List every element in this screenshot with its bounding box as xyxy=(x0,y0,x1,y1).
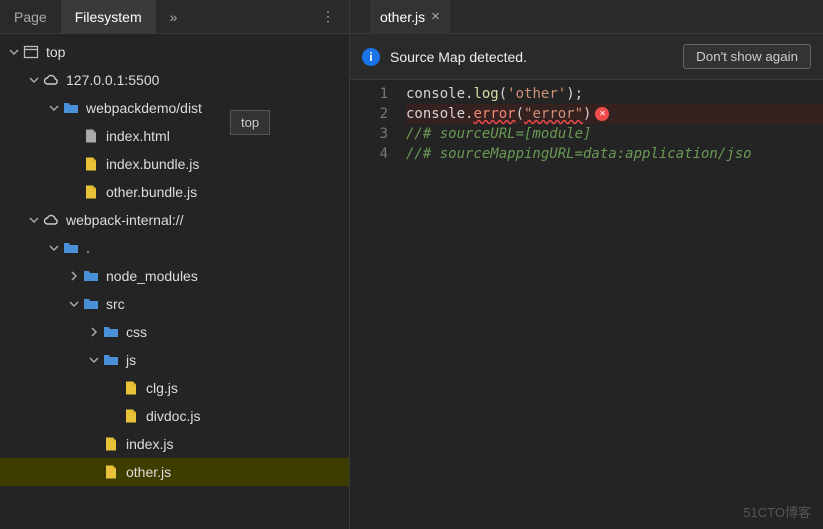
tree-item-indexhtml[interactable]: index.html xyxy=(0,122,349,150)
tree-item-otherbundle[interactable]: other.bundle.js xyxy=(0,178,349,206)
folder-icon xyxy=(82,267,100,285)
tree-item-top[interactable]: top xyxy=(0,38,349,66)
tree-item-label: top xyxy=(46,44,65,60)
tree-item-divdoc[interactable]: divdoc.js xyxy=(0,402,349,430)
code-line: console.log('other'); xyxy=(406,84,823,104)
arrow-spacer xyxy=(88,466,100,478)
file-js-icon xyxy=(102,463,120,481)
arrow-spacer xyxy=(68,186,80,198)
tree-item-host[interactable]: 127.0.0.1:5500 xyxy=(0,66,349,94)
editor-tabs: other.js × xyxy=(350,0,823,34)
tree-item-dist[interactable]: webpackdemo/dist xyxy=(0,94,349,122)
file-js-icon xyxy=(122,379,140,397)
file-js-icon xyxy=(82,183,100,201)
sidebar: Page Filesystem » ⋮ top127.0.0.1:5500 web… xyxy=(0,0,350,529)
arrow-spacer xyxy=(68,158,80,170)
tree-item-wpi[interactable]: webpack-internal:// xyxy=(0,206,349,234)
chevron-down-icon[interactable] xyxy=(88,354,100,366)
tree-item-label: clg.js xyxy=(146,380,178,396)
tab-page[interactable]: Page xyxy=(0,0,61,34)
folder-icon xyxy=(62,99,80,117)
tree-item-label: . xyxy=(86,240,90,256)
chevron-down-icon[interactable] xyxy=(48,242,60,254)
tree-item-label: css xyxy=(126,324,147,340)
arrow-spacer xyxy=(88,438,100,450)
error-badge-icon[interactable]: ✕ xyxy=(595,107,609,121)
file-tab-other-js[interactable]: other.js × xyxy=(370,0,450,34)
chevron-down-icon[interactable] xyxy=(28,214,40,226)
main-panel: other.js × i Source Map detected. Don't … xyxy=(350,0,823,529)
folder-icon xyxy=(102,323,120,341)
code-editor[interactable]: 1 2 3 4 console.log('other'); console.er… xyxy=(350,80,823,529)
folder-icon xyxy=(102,351,120,369)
file-js-icon xyxy=(102,435,120,453)
tree-item-label: other.js xyxy=(126,464,171,480)
info-icon: i xyxy=(362,48,380,66)
tree-item-src[interactable]: src xyxy=(0,290,349,318)
window-icon xyxy=(22,43,40,61)
folder-icon xyxy=(82,295,100,313)
folder-icon xyxy=(62,239,80,257)
sidebar-tabs: Page Filesystem » ⋮ xyxy=(0,0,349,34)
tree-item-label: index.js xyxy=(126,436,173,452)
code-line: //# sourceMappingURL=data:application/js… xyxy=(406,144,823,164)
tree-item-dot[interactable]: . xyxy=(0,234,349,262)
tree-item-js[interactable]: js xyxy=(0,346,349,374)
file-grey-icon xyxy=(82,127,100,145)
tree-item-indexbundle[interactable]: index.bundle.js xyxy=(0,150,349,178)
chevron-right-icon[interactable] xyxy=(88,326,100,338)
chevron-down-icon[interactable] xyxy=(8,46,20,58)
tree-item-css[interactable]: css xyxy=(0,318,349,346)
chevron-down-icon[interactable] xyxy=(68,298,80,310)
tree-item-label: webpackdemo/dist xyxy=(86,100,202,116)
tree-item-label: node_modules xyxy=(106,268,198,284)
tree-item-label: index.bundle.js xyxy=(106,156,199,172)
tree-item-label: other.bundle.js xyxy=(106,184,197,200)
tree-item-label: webpack-internal:// xyxy=(66,212,184,228)
file-tab-label: other.js xyxy=(380,9,425,25)
arrow-spacer xyxy=(108,382,120,394)
chevron-down-icon[interactable] xyxy=(48,102,60,114)
line-gutter: 1 2 3 4 xyxy=(350,80,398,529)
tree-item-label: src xyxy=(106,296,125,312)
file-tree: top127.0.0.1:5500 webpackdemo/dist index.h… xyxy=(0,34,349,529)
file-js-icon xyxy=(82,155,100,173)
chevron-right-icon[interactable] xyxy=(68,270,80,282)
tree-item-nodemod[interactable]: node_modules xyxy=(0,262,349,290)
tab-filesystem[interactable]: Filesystem xyxy=(61,0,156,34)
cloud-icon xyxy=(42,71,60,89)
infobar-message: Source Map detected. xyxy=(390,49,527,65)
code-line: //# sourceURL=[module] xyxy=(406,124,823,144)
tree-item-clg[interactable]: clg.js xyxy=(0,374,349,402)
tree-item-label: js xyxy=(126,352,136,368)
arrow-spacer xyxy=(68,130,80,142)
arrow-spacer xyxy=(108,410,120,422)
tree-item-label: divdoc.js xyxy=(146,408,200,424)
close-icon[interactable]: × xyxy=(431,9,440,24)
cloud-icon xyxy=(42,211,60,229)
tab-overflow[interactable]: » xyxy=(156,0,192,34)
dont-show-again-button[interactable]: Don't show again xyxy=(683,44,811,69)
tree-item-indexjs[interactable]: index.js xyxy=(0,430,349,458)
chevron-down-icon[interactable] xyxy=(28,74,40,86)
infobar: i Source Map detected. Don't show again xyxy=(350,34,823,80)
watermark: 51CTO博客 xyxy=(743,502,811,521)
tree-item-label: 127.0.0.1:5500 xyxy=(66,72,159,88)
file-js-icon xyxy=(122,407,140,425)
code-content: console.log('other'); console.error("err… xyxy=(398,80,823,529)
tree-item-label: index.html xyxy=(106,128,170,144)
code-line-error: console.error("error")✕ xyxy=(406,104,823,124)
more-menu-icon[interactable]: ⋮ xyxy=(307,8,349,25)
tree-item-otherjs[interactable]: other.js xyxy=(0,458,349,486)
